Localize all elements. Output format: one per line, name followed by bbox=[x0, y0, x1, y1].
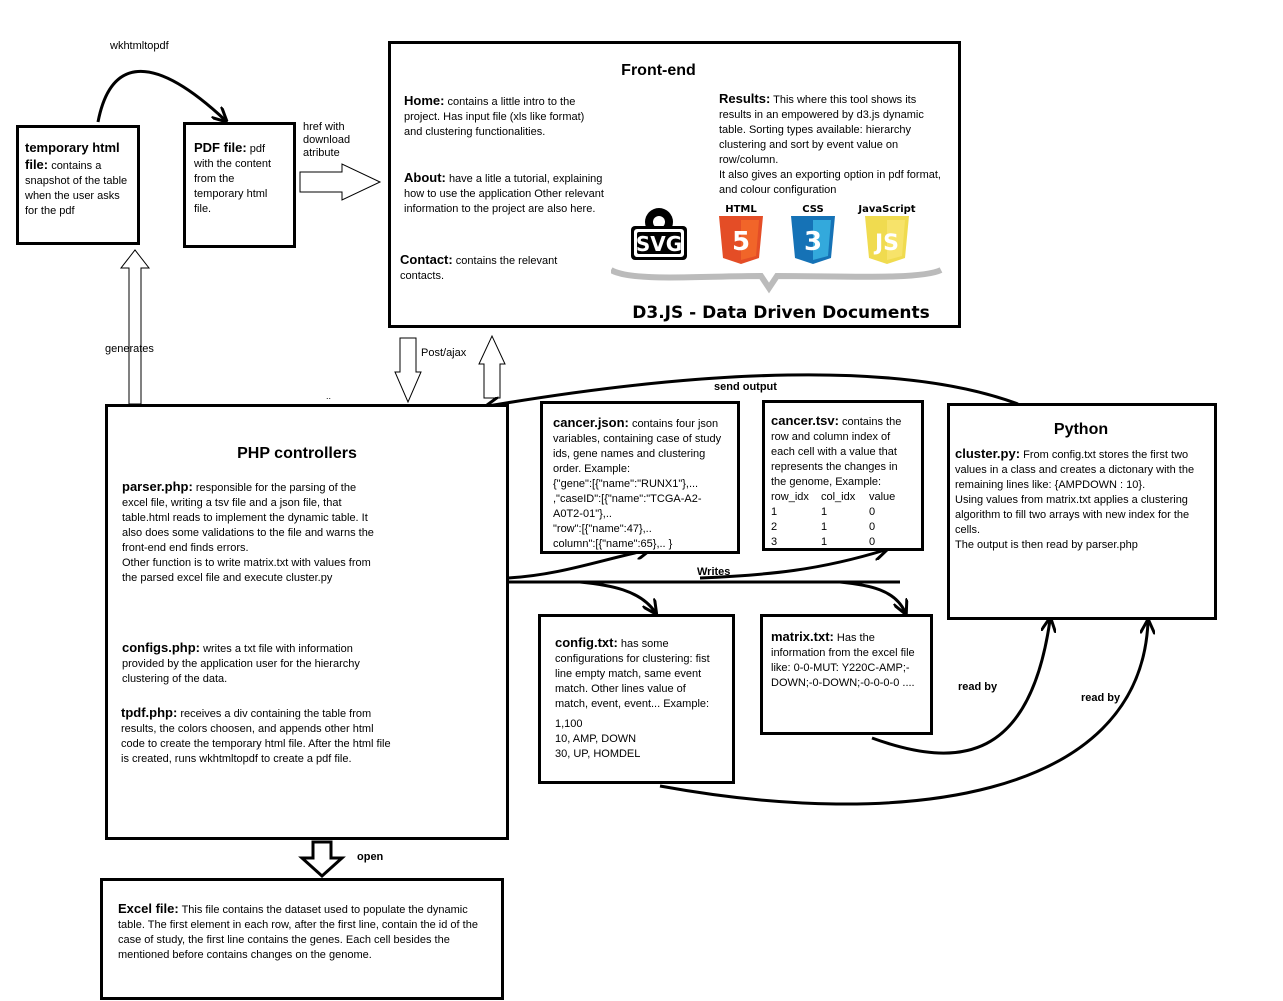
wkhtmltopdf-label: wkhtmltopdf bbox=[110, 40, 169, 52]
svg-text:3: 3 bbox=[804, 227, 822, 257]
pdf-file-box: PDF file: pdf with the content from the … bbox=[183, 122, 296, 248]
svg-text:JavaScript: JavaScript bbox=[857, 204, 915, 215]
read-by-label-2: read by bbox=[1081, 692, 1121, 704]
configs-title: configs.php: bbox=[122, 640, 200, 655]
cancer-tsv-box: cancer.tsv: contains the row and column … bbox=[762, 400, 924, 551]
tsv-header-row: row_idx col_idx value bbox=[771, 491, 896, 503]
parser-text-2: Other function is to write matrix.txt wi… bbox=[122, 557, 371, 584]
cancer-json-example-1: {"gene":[{"name":"RUNX1"},... bbox=[553, 478, 699, 490]
post-ajax-down-arrow bbox=[394, 337, 422, 404]
read-by-label-1: read by bbox=[958, 681, 998, 693]
cancer-tsv-title: cancer.tsv: bbox=[771, 413, 839, 428]
matrix-txt-box: matrix.txt: Has the information from the… bbox=[760, 614, 933, 735]
cancer-json-title: cancer.json: bbox=[553, 415, 629, 430]
d3-banner: D3.JS - Data Driven Documents bbox=[632, 303, 929, 323]
home-title: Home: bbox=[404, 93, 445, 108]
results-text-2: It also gives an exporting option in pdf… bbox=[719, 169, 941, 196]
tpdf-title: tpdf.php: bbox=[121, 705, 178, 720]
config-line: 10, AMP, DOWN bbox=[555, 733, 637, 745]
excel-file-box: Excel file: This file contains the datas… bbox=[100, 878, 504, 1000]
wkhtmltopdf-arrow bbox=[96, 69, 225, 122]
frontend-results: Results: This where this tool shows its … bbox=[719, 91, 941, 198]
open-label: open bbox=[357, 851, 384, 863]
python-box: Python cluster.py: From config.txt store… bbox=[947, 403, 1217, 620]
config-line: 30, UP, HOMDEL bbox=[555, 748, 641, 760]
cancer-tsv-table: row_idx col_idx value 110 210 310 bbox=[771, 490, 915, 550]
post-ajax-up-arrow bbox=[478, 334, 506, 399]
parser-title: parser.php: bbox=[122, 479, 193, 494]
cancer-json-example-3: "row":[{"name":47},.. bbox=[553, 523, 652, 535]
temp-html-box: temporary html file: contains a snapshot… bbox=[16, 125, 140, 245]
svg-text:CSS: CSS bbox=[802, 204, 823, 215]
dots-label: .. bbox=[326, 391, 332, 401]
frontend-box: Front-end Home: contains a little intro … bbox=[388, 41, 961, 328]
cancer-json-example-2: ,"caseID":[{"name":"TCGA-A2-A0T2-01"},.. bbox=[553, 493, 702, 520]
contact-title: Contact: bbox=[400, 252, 453, 267]
generates-label: generates bbox=[105, 343, 154, 355]
results-title: Results: bbox=[719, 91, 771, 106]
frontend-about: About: have a litle a tutorial, explaini… bbox=[404, 170, 616, 217]
cluster-title: cluster.py: bbox=[955, 446, 1021, 461]
css3-logo-icon: CSS 3 bbox=[791, 204, 835, 264]
generates-arrow bbox=[119, 249, 151, 405]
php-controllers-box: PHP controllers parser.php: responsible … bbox=[105, 404, 509, 840]
tsv-row: 310 bbox=[771, 536, 876, 548]
href-arrow bbox=[299, 163, 382, 201]
frontend-home: Home: contains a little intro to the pro… bbox=[404, 93, 604, 140]
matrix-title: matrix.txt: bbox=[771, 629, 834, 644]
config-title: config.txt: bbox=[555, 635, 618, 650]
configs-php-section: configs.php: writes a txt file with info… bbox=[122, 640, 376, 687]
python-title: Python bbox=[1053, 421, 1109, 438]
parser-php-section: parser.php: responsible for the parsing … bbox=[122, 479, 374, 586]
config-txt-box: config.txt: has some configurations for … bbox=[538, 614, 735, 784]
excel-title: Excel file: bbox=[118, 901, 179, 916]
href-label: href with download atribute bbox=[303, 121, 351, 159]
svg-text:5: 5 bbox=[732, 227, 750, 257]
open-arrow bbox=[298, 840, 346, 879]
send-output-label: send output bbox=[714, 381, 777, 393]
cluster-text-2: Using values from matrix.txt applies a c… bbox=[955, 494, 1190, 536]
cluster-text-3: The output is then read by parser.php bbox=[955, 539, 1138, 551]
tpdf-php-section: tpdf.php: receives a div containing the … bbox=[121, 705, 397, 767]
svg-text:JS: JS bbox=[873, 231, 899, 256]
cancer-json-example-4: column":[{"name":65},.. } bbox=[553, 538, 673, 550]
html5-logo-icon: HTML 5 bbox=[719, 204, 763, 264]
javascript-logo-icon: JavaScript JS bbox=[857, 204, 916, 264]
svg-logo-icon: SVG bbox=[631, 208, 687, 260]
frontend-contact: Contact: contains the relevant contacts. bbox=[400, 252, 596, 284]
writes-arrows bbox=[507, 550, 905, 612]
about-title: About: bbox=[404, 170, 446, 185]
tech-logos: SVG HTML 5 CSS 3 JavaScript JS D3.JS - D… bbox=[611, 204, 943, 323]
cancer-json-box: cancer.json: contains four json variable… bbox=[540, 401, 740, 554]
pdf-file-title: PDF file: bbox=[194, 140, 247, 155]
svg-text:SVG: SVG bbox=[636, 232, 682, 256]
post-ajax-label: Post/ajax bbox=[421, 347, 467, 359]
php-title: PHP controllers bbox=[237, 445, 357, 462]
tsv-row: 210 bbox=[771, 521, 876, 533]
frontend-title: Front-end bbox=[621, 62, 696, 79]
writes-label: Writes bbox=[697, 566, 731, 578]
tsv-row: 110 bbox=[771, 506, 876, 518]
config-line: 1,100 bbox=[555, 718, 583, 730]
svg-text:HTML: HTML bbox=[725, 204, 757, 215]
